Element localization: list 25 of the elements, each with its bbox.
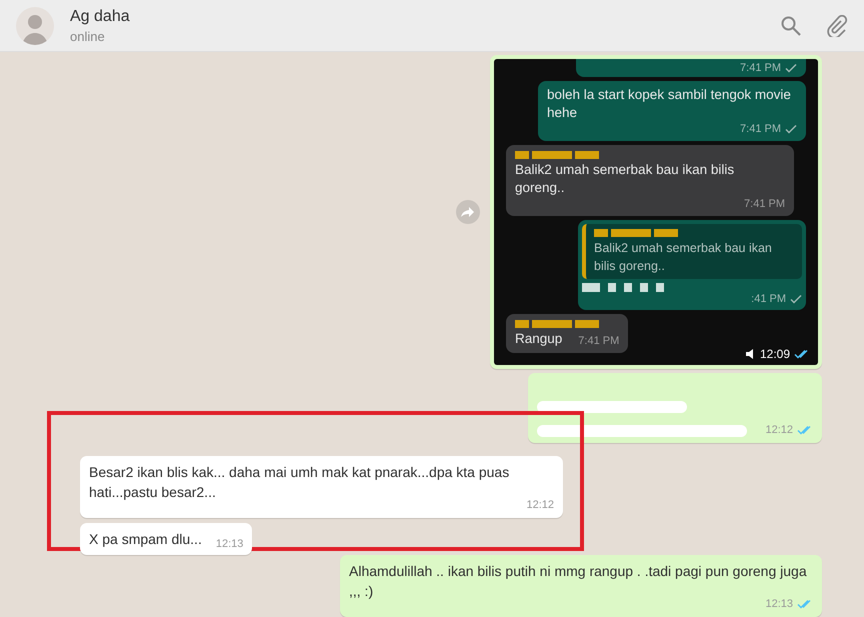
message-text: Besar2 ikan blis kak... daha mai umh mak kat pnarak...dpa kta puas hati...pastu besar2... <box>89 463 510 502</box>
message-time: 12:13 <box>765 597 793 611</box>
message-text: Alhamdulillah .. ikan bilis putih ni mmg rangup . .tadi pagi pun goreng juga ,,, :) <box>349 562 808 599</box>
message-time: 12:13 <box>216 537 244 551</box>
message-time: 12:12 <box>526 498 554 512</box>
message-time: 12:12 <box>765 423 793 437</box>
message-time: 7:41 PM <box>578 334 620 348</box>
message-text: Balik2 umah semerbak bau ikan bilis goreng.. <box>515 161 736 197</box>
contact-name: Ag daha <box>70 8 131 26</box>
message-time: 7:41 PM <box>740 61 781 75</box>
paperclip-icon[interactable] <box>826 14 848 36</box>
speaker-icon <box>746 349 756 359</box>
message-text: Rangup <box>515 330 562 348</box>
message-time: 12:09 <box>760 347 790 361</box>
quote-text: Balik2 umah semerbak bau ikan bilis goreng.. <box>594 240 773 275</box>
message-text: X pa smpam dlu... <box>89 530 202 549</box>
message-text: boleh la start kopek sambil tengok movie hehe <box>547 86 792 122</box>
search-icon[interactable] <box>780 14 802 36</box>
message-time: 7:41 PM <box>744 197 785 211</box>
message-time: :41 PM <box>751 292 786 306</box>
image-message[interactable]: 7:41 PM boleh la start kopek sambil tengok movie hehe 7:41 PM Balik2 umah semerbak bau ikan bilis goreng.. 7:41 PM Balik2 umah semerbak bau ikan bilis goreng.. :41 PM Rangup 7:41 PM 12:09 <box>490 55 822 369</box>
contact-status: online <box>70 28 106 44</box>
avatar-icon[interactable] <box>16 6 54 44</box>
forward-icon[interactable] <box>456 200 480 224</box>
message-time: 7:41 PM <box>740 122 781 136</box>
